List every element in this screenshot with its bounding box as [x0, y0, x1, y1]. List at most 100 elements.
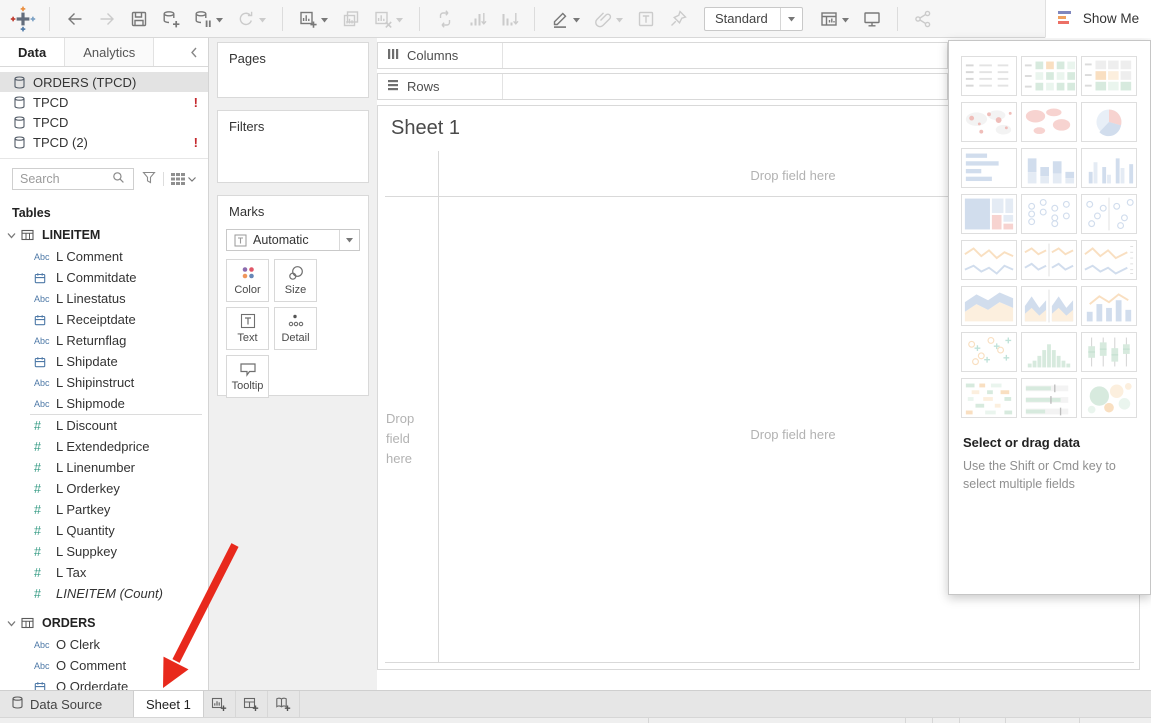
field-item[interactable]: O Orderdate — [0, 676, 208, 690]
drop-field-hint-main[interactable]: Drop field here — [698, 427, 888, 442]
chevron-down-icon[interactable] — [780, 8, 802, 30]
tab-analytics[interactable]: Analytics — [65, 38, 154, 66]
table-group-orders[interactable]: ORDERS — [0, 612, 208, 634]
pin-button[interactable] — [662, 4, 694, 34]
showme-treemap-icon[interactable] — [961, 194, 1017, 234]
showme-text-table-icon[interactable] — [961, 56, 1017, 96]
chevron-down-icon[interactable] — [258, 11, 267, 26]
save-button[interactable] — [123, 4, 155, 34]
field-item[interactable]: #L Partkey — [0, 499, 208, 520]
share-button[interactable] — [907, 4, 939, 34]
datasource-item[interactable]: TPCD (2)! — [0, 132, 208, 152]
showme-dual-lines-icon[interactable] — [1081, 240, 1137, 280]
showme-box-and-whisker-icon[interactable] — [1081, 332, 1137, 372]
sheet-tab-sheet1[interactable]: Sheet 1 — [133, 691, 204, 717]
clear-sheet-button[interactable] — [367, 4, 410, 34]
tab-data[interactable]: Data — [0, 38, 65, 66]
field-item[interactable]: #L Quantity — [0, 520, 208, 541]
presentation-mode-button[interactable] — [856, 4, 888, 34]
new-dashboard-button[interactable] — [236, 691, 268, 717]
field-item[interactable]: #L Linenumber — [0, 457, 208, 478]
showme-dual-combination-icon[interactable] — [1081, 286, 1137, 326]
swap-rows-columns-button[interactable] — [429, 4, 461, 34]
chevron-down-icon[interactable] — [320, 11, 329, 26]
field-item[interactable]: AbcL Returnflag — [0, 330, 208, 351]
columns-shelf[interactable]: Columns — [377, 42, 948, 69]
collapse-pane-icon[interactable] — [180, 38, 208, 66]
showme-highlight-table-icon[interactable] — [1081, 56, 1137, 96]
new-worksheet-button[interactable] — [204, 691, 236, 717]
chevron-down-icon[interactable] — [7, 620, 21, 627]
field-item[interactable]: AbcL Shipinstruct — [0, 372, 208, 393]
paperclip-button[interactable] — [587, 4, 630, 34]
showme-heat-map-icon[interactable] — [1021, 56, 1077, 96]
chevron-down-icon[interactable] — [572, 11, 581, 26]
chevron-down-icon[interactable] — [339, 230, 359, 250]
showme-bullet-graph-icon[interactable] — [1021, 378, 1077, 418]
fit-dropdown[interactable]: Standard — [704, 7, 803, 31]
chevron-down-icon[interactable] — [215, 11, 224, 26]
pause-auto-updates-button[interactable] — [187, 4, 230, 34]
text-label-button[interactable] — [630, 4, 662, 34]
showme-scatter-plot-icon[interactable] — [961, 332, 1017, 372]
drop-field-hint-top[interactable]: Drop field here — [698, 168, 888, 183]
field-item[interactable]: AbcL Comment — [0, 246, 208, 267]
showme-circle-views-icon[interactable] — [1021, 194, 1077, 234]
field-item[interactable]: #L Discount — [0, 415, 208, 436]
field-item[interactable]: #L Extendedprice — [0, 436, 208, 457]
forward-arrow-button[interactable] — [91, 4, 123, 34]
highlight-button[interactable] — [544, 4, 587, 34]
showme-filled-map-icon[interactable] — [1021, 102, 1077, 142]
drop-field-hint-left[interactable]: Drop field here — [386, 409, 432, 469]
run-auto-updates-button[interactable] — [230, 4, 273, 34]
search-input[interactable] — [20, 172, 112, 186]
filters-card[interactable]: Filters — [217, 110, 369, 183]
showme-histogram-icon[interactable] — [1021, 332, 1077, 372]
datasource-item[interactable]: TPCD — [0, 112, 208, 132]
tooltip-mark-button[interactable]: Tooltip — [226, 355, 269, 398]
chevron-down-icon[interactable] — [395, 11, 404, 26]
chevron-down-icon[interactable] — [841, 11, 850, 26]
filter-fields-icon[interactable] — [142, 171, 156, 187]
field-item[interactable]: #L Orderkey — [0, 478, 208, 499]
field-item[interactable]: #L Suppkey — [0, 541, 208, 562]
showme-lines-discrete-icon[interactable] — [1021, 240, 1077, 280]
showme-side-by-side-bars-icon[interactable] — [1081, 148, 1137, 188]
showme-area-continuous-icon[interactable] — [961, 286, 1017, 326]
showme-area-discrete-icon[interactable] — [1021, 286, 1077, 326]
field-item[interactable]: #LINEITEM (Count) — [0, 583, 208, 604]
datasource-item[interactable]: ORDERS (TPCD) — [0, 72, 208, 92]
field-item[interactable]: L Commitdate — [0, 267, 208, 288]
field-item[interactable]: L Receiptdate — [0, 309, 208, 330]
showme-packed-bubbles-icon[interactable] — [1081, 378, 1137, 418]
text-mark-button[interactable]: Text — [226, 307, 269, 350]
field-item[interactable]: AbcL Linestatus — [0, 288, 208, 309]
showme-lines-continuous-icon[interactable] — [961, 240, 1017, 280]
sort-ascending-button[interactable] — [461, 4, 493, 34]
chevron-down-icon[interactable] — [7, 232, 21, 239]
showme-gantt-icon[interactable] — [961, 378, 1017, 418]
showme-pie-chart-icon[interactable] — [1081, 102, 1137, 142]
detail-mark-button[interactable]: Detail — [274, 307, 317, 350]
duplicate-sheet-button[interactable] — [335, 4, 367, 34]
showme-stacked-bars-icon[interactable] — [1021, 148, 1077, 188]
size-mark-button[interactable]: Size — [274, 259, 317, 302]
new-worksheet-button[interactable] — [292, 4, 335, 34]
showme-side-by-side-circles-icon[interactable] — [1081, 194, 1137, 234]
show-me-button[interactable]: Show Me — [1045, 0, 1151, 38]
pages-card[interactable]: Pages — [217, 42, 369, 98]
rows-shelf[interactable]: Rows — [377, 73, 948, 100]
field-item[interactable]: L Shipdate — [0, 351, 208, 372]
search-input-box[interactable] — [12, 168, 134, 190]
field-item[interactable]: AbcO Clerk — [0, 634, 208, 655]
field-item[interactable]: AbcL Shipmode — [0, 393, 208, 414]
field-item[interactable]: AbcO Comment — [0, 655, 208, 676]
showme-horizontal-bars-icon[interactable] — [961, 148, 1017, 188]
back-arrow-button[interactable] — [59, 4, 91, 34]
field-item[interactable]: #L Tax — [0, 562, 208, 583]
sort-descending-button[interactable] — [493, 4, 525, 34]
chevron-down-icon[interactable] — [615, 11, 624, 26]
show-hide-cards-button[interactable] — [813, 4, 856, 34]
showme-symbol-map-icon[interactable] — [961, 102, 1017, 142]
data-source-tab[interactable]: Data Source — [0, 691, 120, 717]
